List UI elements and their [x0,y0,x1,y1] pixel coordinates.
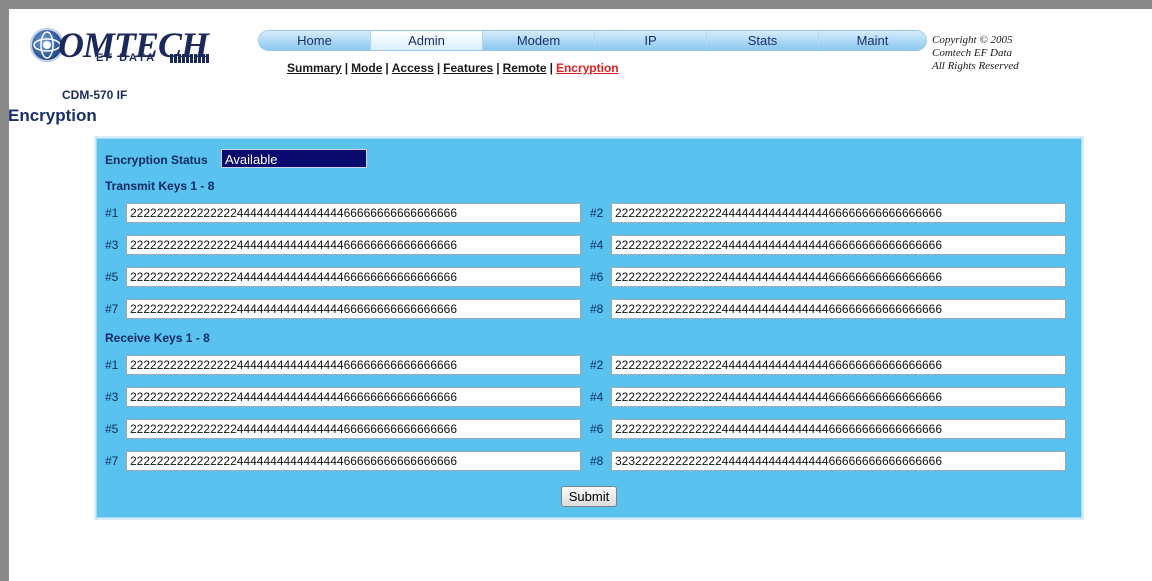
tab-maint[interactable]: Maint [819,31,926,50]
subnav-encryption[interactable]: Encryption [556,61,619,75]
subnav-mode[interactable]: Mode [351,61,382,75]
subnav-separator: | [496,61,500,75]
transmit-key-input-6[interactable] [611,267,1066,287]
subnav-separator: | [549,61,553,75]
receive-key-input-6[interactable] [611,419,1066,439]
receive-key-input-8[interactable] [611,451,1066,471]
encryption-status-label: Encryption Status [105,153,208,167]
receive-key-input-2[interactable] [611,355,1066,375]
encryption-panel: Encryption Status Available Transmit Key… [96,138,1082,518]
receive-key-label-4: #4 [590,390,604,404]
logo-bars [170,54,210,63]
subnav-features[interactable]: Features [443,61,493,75]
subnav-remote[interactable]: Remote [503,61,547,75]
subnav-separator: | [436,61,441,75]
device-name: CDM-570 IF [62,88,128,102]
logo-subtitle: EF DATA [96,52,157,64]
receive-key-label-7: #7 [105,454,119,468]
window-left-border [0,9,9,581]
receive-keys-heading: Receive Keys 1 - 8 [105,331,210,345]
receive-key-input-7[interactable] [126,451,581,471]
transmit-key-input-4[interactable] [611,235,1066,255]
receive-key-input-4[interactable] [611,387,1066,407]
encryption-status-value: Available [221,149,367,168]
receive-key-input-3[interactable] [126,387,581,407]
transmit-key-label-2: #2 [590,206,604,220]
receive-key-label-8: #8 [590,454,604,468]
receive-key-label-6: #6 [590,422,604,436]
receive-key-label-2: #2 [590,358,604,372]
receive-key-label-5: #5 [105,422,119,436]
receive-key-input-5[interactable] [126,419,581,439]
transmit-key-input-8[interactable] [611,299,1066,319]
sub-nav: Summary | Mode | Access | Features | Remote | Encr… [287,61,619,75]
copyright-notice: Copyright © 2005 Comtech EF Data All Rig… [932,34,1019,73]
transmit-key-input-1[interactable] [126,203,581,223]
transmit-keys-heading: Transmit Keys 1 - 8 [105,179,215,193]
transmit-key-label-5: #5 [105,270,119,284]
transmit-key-label-4: #4 [590,238,604,252]
copyright-line: Copyright © 2005 [932,34,1013,46]
tab-home[interactable]: Home [259,31,370,50]
comtech-logo: OMTECH EF DATA [24,25,224,68]
transmit-key-label-6: #6 [590,270,604,284]
tab-stats[interactable]: Stats [707,31,818,50]
transmit-key-input-7[interactable] [126,299,581,319]
transmit-key-input-3[interactable] [126,235,581,255]
subnav-access[interactable]: Access [392,61,434,75]
subnav-separator: | [344,61,349,75]
tab-ip[interactable]: IP [595,31,706,50]
transmit-key-label-8: #8 [590,302,604,316]
receive-key-label-3: #3 [105,390,119,404]
receive-key-label-1: #1 [105,358,119,372]
transmit-key-input-5[interactable] [126,267,581,287]
receive-key-input-1[interactable] [126,355,581,375]
main-nav: Home Admin Modem IP Stats Maint [259,31,926,50]
page-title: Encryption [8,106,97,125]
copyright-line: Comtech EF Data [932,47,1013,59]
window-top-border [0,0,1152,9]
tab-modem[interactable]: Modem [483,31,594,50]
transmit-key-label-7: #7 [105,302,119,316]
subnav-summary[interactable]: Summary [287,61,342,75]
copyright-line: All Rights Reserved [932,60,1019,72]
tab-admin[interactable]: Admin [371,31,482,50]
transmit-key-input-2[interactable] [611,203,1066,223]
transmit-key-label-3: #3 [105,238,119,252]
submit-button[interactable]: Submit [561,486,617,507]
transmit-key-label-1: #1 [105,206,119,220]
subnav-separator: | [385,61,389,75]
